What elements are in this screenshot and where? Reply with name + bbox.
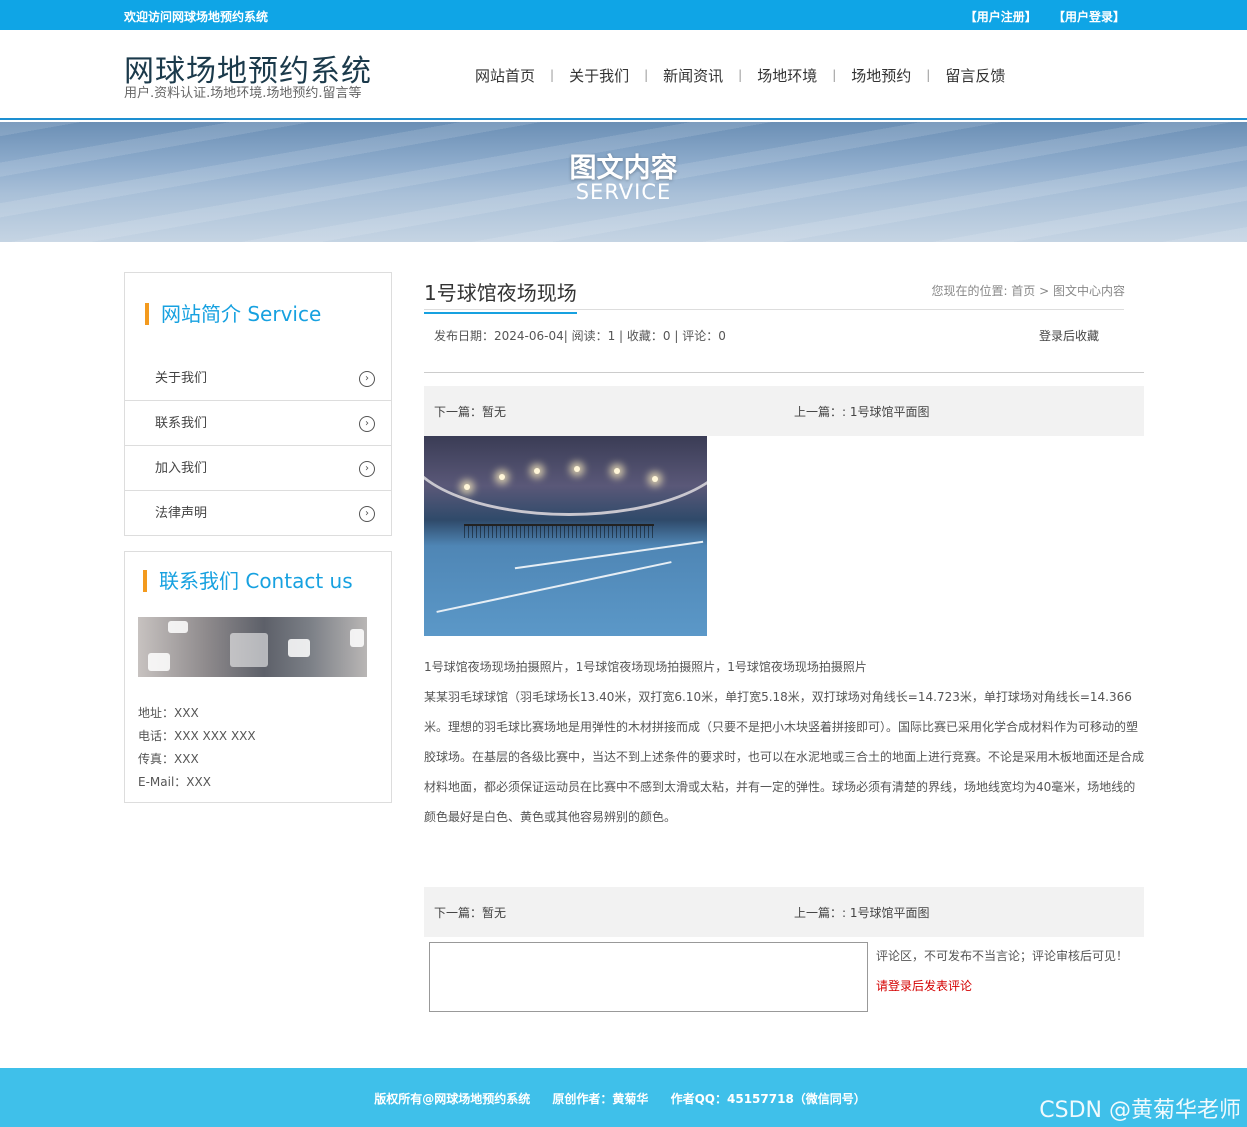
chevron-right-icon: ›	[359, 371, 375, 387]
nav-news[interactable]: 新闻资讯	[648, 65, 738, 86]
user-add-icon	[230, 633, 268, 667]
title-divider	[424, 309, 1124, 310]
banner-subtitle: SERVICE	[575, 180, 672, 204]
contact-heading: 联系我们 Contact us	[143, 570, 353, 592]
photo-light	[652, 476, 658, 482]
side-menu-about[interactable]: 关于我们 ›	[125, 356, 391, 401]
article-paragraph: 某某羽毛球球馆（羽毛球场长13.40米，双打宽6.10米，单打宽5.18米，双打…	[424, 690, 1145, 824]
contact-box: 联系我们 Contact us 地址：XXX 电话：XXX XXX XXX 传真…	[124, 551, 392, 803]
contact-info: 地址：XXX 电话：XXX XXX XXX 传真：XXX E-Mail：XXX	[138, 702, 256, 794]
site-header: 网球场地预约系统 用户.资料认证.场地环境.场地预约.留言等 网站首页 | 关于…	[0, 30, 1247, 120]
prev-next-bar: 下一篇：暂无 上一篇：: 1号球馆平面图	[424, 386, 1144, 436]
main-nav: 网站首页 | 关于我们 | 新闻资讯 | 场地环境 | 场地预约 | 留言反馈	[460, 65, 1020, 86]
photo-roof	[424, 436, 707, 516]
footer-copyright: 版权所有@网球场地预约系统	[374, 1092, 531, 1106]
nav-about[interactable]: 关于我们	[554, 65, 644, 86]
page-banner: 图文内容 SERVICE	[0, 122, 1247, 242]
save-icon	[288, 639, 310, 657]
top-links: 【用户注册】 【用户登录】	[953, 8, 1125, 25]
intro-heading: 网站简介 Service	[145, 303, 321, 325]
side-menu-label: 加入我们	[155, 461, 208, 476]
photo-light	[499, 474, 505, 480]
next-article-link[interactable]: 下一篇：暂无	[434, 403, 506, 420]
login-to-comment-link[interactable]: 请登录后发表评论	[876, 977, 972, 994]
contact-phone: 电话：XXX XXX XXX	[138, 729, 256, 743]
side-menu: 关于我们 › 联系我们 › 加入我们 › 法律声明 ›	[125, 356, 391, 536]
register-link[interactable]: 【用户注册】	[965, 10, 1037, 24]
login-link[interactable]: 【用户登录】	[1053, 10, 1125, 24]
breadcrumb[interactable]: 您现在的位置: 首页 > 图文中心内容	[931, 282, 1125, 299]
top-bar: 欢迎访问网球场地预约系统 【用户注册】 【用户登录】	[0, 0, 1247, 30]
comment-notice: 评论区，不可发布不当言论；评论审核后可见！	[876, 949, 1129, 963]
nav-home[interactable]: 网站首页	[460, 65, 550, 86]
side-menu-label: 法律声明	[155, 506, 208, 521]
nav-booking[interactable]: 场地预约	[836, 65, 926, 86]
prev-article-link[interactable]: 上一篇：: 1号球馆平面图	[794, 403, 930, 420]
contact-fax: 传真：XXX	[138, 752, 199, 766]
chevron-right-icon: ›	[359, 506, 375, 522]
photo-light	[534, 468, 540, 474]
nav-feedback[interactable]: 留言反馈	[930, 65, 1020, 86]
watermark: CSDN @黄菊华老师	[1039, 1098, 1241, 1123]
site-subtitle: 用户.资料认证.场地环境.场地预约.留言等	[124, 86, 362, 101]
photo-light	[574, 466, 580, 472]
side-menu-join[interactable]: 加入我们 ›	[125, 446, 391, 491]
contact-image	[138, 617, 367, 677]
welcome-text: 欢迎访问网球场地预约系统	[124, 10, 269, 24]
footer-author: 原创作者：黄菊华	[552, 1092, 649, 1106]
photo-light	[614, 468, 620, 474]
prev-next-bar: 下一篇：暂无 上一篇：: 1号球馆平面图	[424, 887, 1144, 937]
article-photo	[424, 436, 707, 636]
photo-court-line	[514, 540, 704, 570]
side-menu-legal[interactable]: 法律声明 ›	[125, 491, 391, 536]
side-menu-contact[interactable]: 联系我们 ›	[125, 401, 391, 446]
side-menu-label: 关于我们	[155, 371, 208, 386]
user-icon	[350, 629, 364, 647]
side-menu-label: 联系我们	[155, 416, 208, 431]
article-meta: 发布日期：2024-06-04| 阅读：1 | 收藏：0 | 评论：0	[434, 329, 726, 343]
nav-venue[interactable]: 场地环境	[742, 65, 832, 86]
photo-light	[464, 484, 470, 490]
contact-email: E-Mail：XXX	[138, 775, 211, 789]
user-icon	[148, 653, 170, 671]
photo-net	[464, 524, 654, 538]
footer-qq: 作者QQ：45157718（微信同号）	[670, 1092, 866, 1106]
intro-box: 网站简介 Service 关于我们 › 联系我们 › 加入我们 › 法律声明 ›	[124, 272, 392, 536]
contact-address: 地址：XXX	[138, 706, 199, 720]
chevron-right-icon: ›	[359, 461, 375, 477]
prev-article-link[interactable]: 上一篇：: 1号球馆平面图	[794, 904, 930, 921]
article-body: 1号球馆夜场现场拍摄照片，1号球馆夜场现场拍摄照片，1号球馆夜场现场拍摄照片 某…	[424, 652, 1144, 832]
comment-textarea[interactable]	[429, 942, 868, 1012]
contact-icon	[168, 621, 188, 633]
next-article-link[interactable]: 下一篇：暂无	[434, 904, 506, 921]
favorite-link[interactable]: 登录后收藏	[1039, 327, 1099, 344]
photo-court-line	[436, 561, 672, 613]
meta-divider	[424, 372, 1144, 373]
chevron-right-icon: ›	[359, 416, 375, 432]
article-paragraph: 1号球馆夜场现场拍摄照片，1号球馆夜场现场拍摄照片，1号球馆夜场现场拍摄照片	[424, 660, 867, 674]
